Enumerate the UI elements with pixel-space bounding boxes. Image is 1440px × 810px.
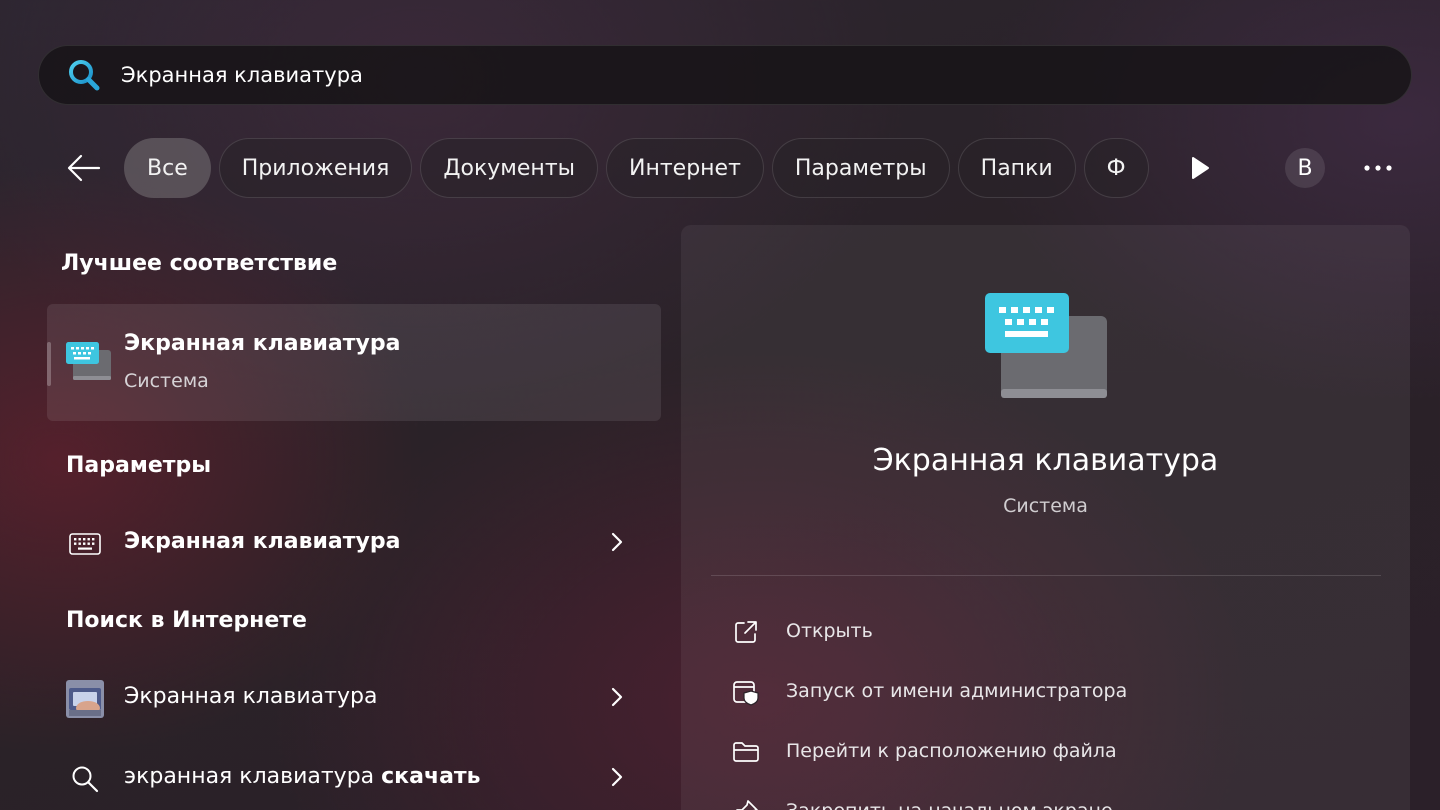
action-pin-to-start[interactable]: Закрепить на начальном экране <box>711 789 1371 810</box>
play-icon <box>1192 157 1209 179</box>
keyboard-icon <box>65 524 105 564</box>
on-screen-keyboard-icon <box>65 340 113 384</box>
web-search-heading: Поиск в Интернете <box>66 608 307 633</box>
selection-indicator <box>47 342 51 386</box>
action-open-label: Открыть <box>786 620 873 642</box>
divider <box>711 575 1381 576</box>
web-thumbnail-icon <box>65 679 105 719</box>
filter-chip-settings[interactable]: Параметры <box>771 138 950 198</box>
back-arrow-icon <box>67 154 101 182</box>
suggestion-completion: скачать <box>381 764 481 789</box>
web-suggestion-label: экранная клавиатура скачать <box>124 764 481 789</box>
best-match-type: Система <box>124 370 209 392</box>
open-external-icon <box>731 617 761 647</box>
filter-chip-all[interactable]: Все <box>124 138 211 198</box>
filter-row: Все Приложения Документы Интернет Параметры П… <box>0 138 1440 198</box>
settings-result-item[interactable]: Экранная клавиатура <box>47 512 661 572</box>
chevron-right-icon <box>607 765 627 789</box>
detail-app-name: Экранная клавиатура <box>872 443 1219 478</box>
suggestion-query: экранная клавиатура <box>124 764 382 789</box>
scroll-filters-button[interactable] <box>1184 152 1216 184</box>
more-icon <box>1364 165 1392 171</box>
account-avatar[interactable]: B <box>1285 148 1325 188</box>
action-open-file-location[interactable]: Перейти к расположению файла <box>711 729 1371 773</box>
pin-icon <box>731 797 761 810</box>
chevron-right-icon <box>607 530 627 554</box>
best-match-heading: Лучшее соответствие <box>61 251 338 276</box>
back-button[interactable] <box>62 148 106 188</box>
search-icon <box>65 759 105 799</box>
folder-icon <box>731 737 761 767</box>
filter-chip-photos[interactable]: Ф <box>1083 138 1149 198</box>
web-suggestion-item[interactable]: экранная клавиатура скачать <box>47 747 661 807</box>
web-result-label: Экранная клавиатура <box>124 684 378 709</box>
best-match-name: Экранная клавиатура <box>124 331 401 356</box>
filter-chips: Все Приложения Документы Интернет Параметры П… <box>124 138 1154 198</box>
search-box[interactable] <box>38 45 1412 105</box>
action-open-file-location-label: Перейти к расположению файла <box>786 740 1117 762</box>
on-screen-keyboard-large-icon <box>983 291 1109 401</box>
best-match-result[interactable]: Экранная клавиатура Система <box>47 304 661 421</box>
action-open[interactable]: Открыть <box>711 609 1371 653</box>
action-pin-to-start-label: Закрепить на начальном экране <box>786 800 1113 810</box>
settings-heading: Параметры <box>66 453 212 478</box>
detail-panel: Экранная клавиатура Система Открыть Запу… <box>681 225 1410 810</box>
filter-chip-apps[interactable]: Приложения <box>218 138 413 198</box>
search-input[interactable] <box>121 55 1321 95</box>
detail-app-type: Система <box>1003 495 1088 517</box>
action-run-as-admin[interactable]: Запуск от имени администратора <box>711 669 1371 713</box>
chevron-right-icon <box>607 685 627 709</box>
filter-chip-folders[interactable]: Папки <box>957 138 1076 198</box>
action-run-as-admin-label: Запуск от имени администратора <box>786 680 1128 702</box>
settings-result-label: Экранная клавиатура <box>124 529 401 554</box>
admin-shield-icon <box>731 677 761 707</box>
filter-chip-internet[interactable]: Интернет <box>606 138 764 198</box>
more-options-button[interactable] <box>1358 150 1398 186</box>
filter-chip-documents[interactable]: Документы <box>420 138 598 198</box>
search-icon <box>61 52 107 98</box>
web-result-item[interactable]: Экранная клавиатура <box>47 667 661 727</box>
